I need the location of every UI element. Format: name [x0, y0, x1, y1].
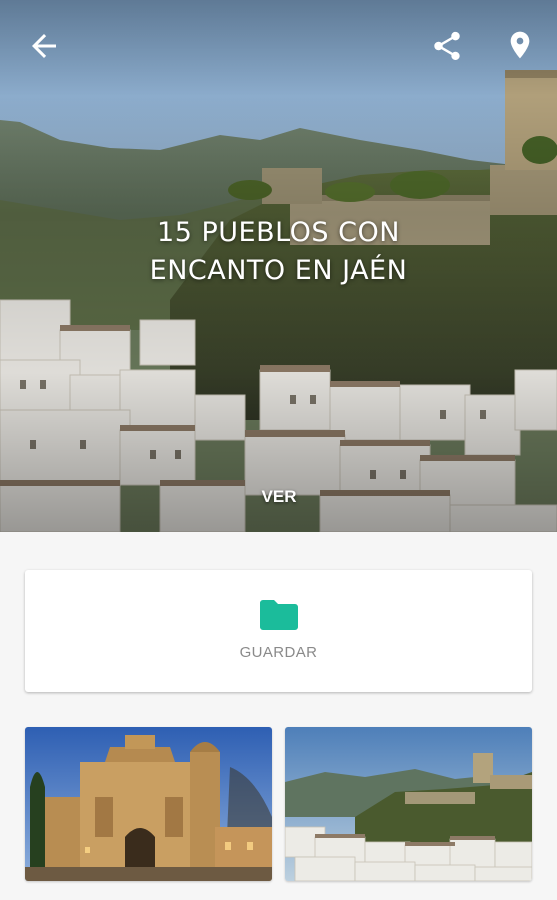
location-button[interactable]: [504, 26, 536, 64]
screen: 15 PUEBLOS CON ENCANTO EN JAÉN VER GUARD…: [0, 0, 557, 900]
ver-button[interactable]: VER: [238, 482, 320, 512]
save-label: GUARDAR: [239, 644, 318, 661]
church-facade-photo: [25, 727, 272, 881]
hero-title: 15 PUEBLOS CON ENCANTO EN JAÉN: [149, 217, 408, 286]
gallery-item-village[interactable]: [285, 727, 532, 881]
share-icon: [434, 31, 460, 61]
save-card[interactable]: GUARDAR: [25, 570, 532, 692]
location-pin-icon: [510, 31, 530, 59]
hilltop-village-photo: [285, 727, 532, 881]
folder-icon: [260, 600, 298, 630]
back-button[interactable]: [26, 28, 62, 64]
arrow-back-icon: [32, 34, 56, 58]
gallery-item-church[interactable]: [25, 727, 272, 881]
share-button[interactable]: [430, 28, 464, 64]
hero-image[interactable]: 15 PUEBLOS CON ENCANTO EN JAÉN VER: [0, 0, 557, 532]
